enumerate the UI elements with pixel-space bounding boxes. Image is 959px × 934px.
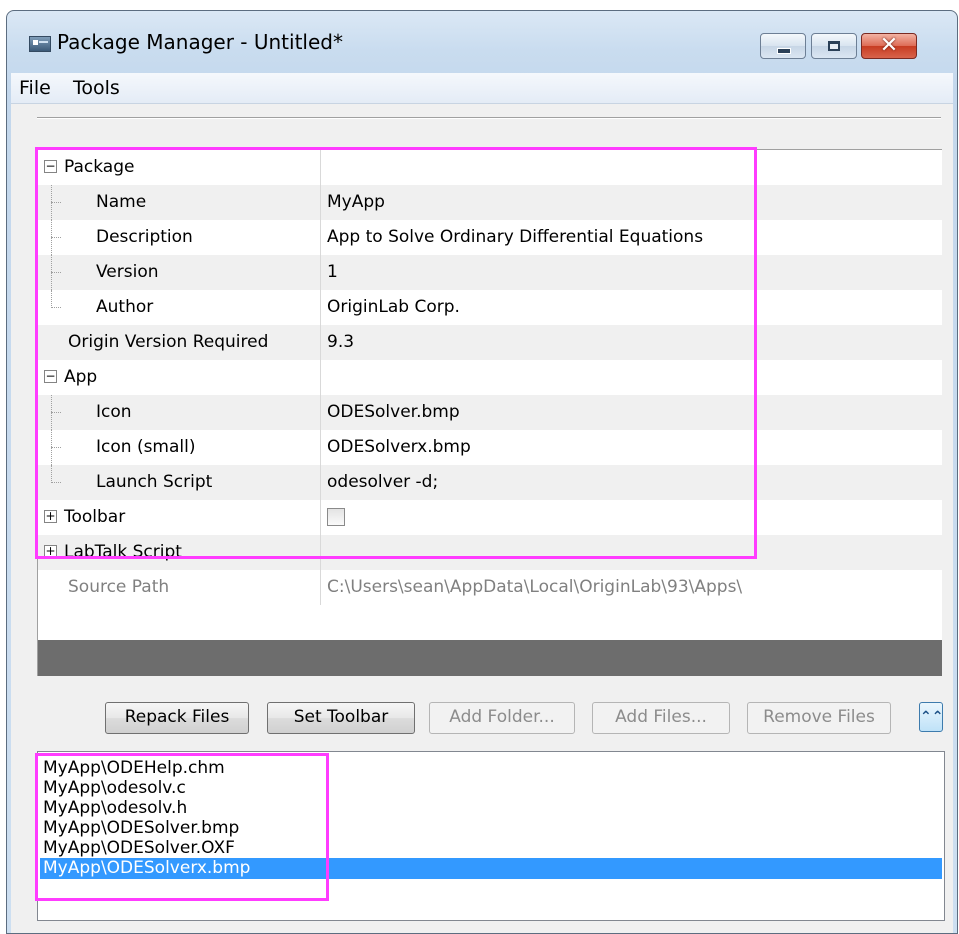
property-value: C:\Users\sean\AppData\Local\OriginLab\93… [327, 577, 743, 597]
list-item[interactable]: MyApp\odesolv.c [40, 778, 942, 799]
category-label: Toolbar [64, 507, 126, 527]
set-toolbar-button[interactable]: Set Toolbar [267, 702, 415, 734]
property-value-empty [321, 360, 942, 395]
add-files-button[interactable]: Add Files... [592, 702, 730, 734]
property-label: Name [96, 192, 147, 212]
button-bar: Repack Files Set Toolbar Add Folder... A… [11, 702, 953, 738]
collapse-icon[interactable]: − [44, 370, 57, 383]
list-item[interactable]: MyApp\ODESolver.bmp [40, 818, 942, 839]
list-item[interactable]: MyApp\odesolv.h [40, 798, 942, 819]
property-row-version[interactable]: Version 1 [38, 255, 942, 290]
property-row-icon-small[interactable]: Icon (small) ODESolverx.bmp [38, 430, 942, 465]
property-row-launch-script[interactable]: Launch Script odesolver -d; [38, 465, 942, 500]
property-value[interactable]: App to Solve Ordinary Differential Equat… [327, 227, 703, 247]
menu-tools[interactable]: Tools [69, 77, 124, 99]
property-label: Icon (small) [96, 437, 196, 457]
file-list[interactable]: MyApp\ODEHelp.chm MyApp\odesolv.c MyApp\… [37, 751, 945, 921]
list-item[interactable]: MyApp\ODEHelp.chm [40, 758, 942, 779]
collapse-icon[interactable]: − [44, 160, 57, 173]
property-category-app[interactable]: − App [38, 360, 942, 395]
repack-files-button[interactable]: Repack Files [105, 702, 249, 734]
property-label: Icon [96, 402, 132, 422]
collapse-panel-button[interactable]: ⌃⌃ [919, 702, 943, 732]
property-value-empty [321, 150, 942, 185]
property-label: Launch Script [96, 472, 213, 492]
property-row-icon[interactable]: Icon ODESolver.bmp [38, 395, 942, 430]
toolbar-checkbox[interactable] [327, 508, 345, 526]
property-row-author[interactable]: Author OriginLab Corp. [38, 290, 942, 325]
property-row-blank [38, 605, 942, 640]
property-label: Author [96, 297, 154, 317]
menu-file[interactable]: File [15, 77, 55, 99]
title-bar[interactable]: Package Manager - Untitled* ✕ [7, 11, 957, 71]
property-row-name[interactable]: Name MyApp [38, 185, 942, 220]
client-area: File Tools − Package Name MyApp Descript… [11, 73, 953, 933]
property-value[interactable]: odesolver -d; [327, 472, 438, 492]
property-label: Source Path [68, 577, 170, 597]
list-item-selected[interactable]: MyApp\ODESolverx.bmp [40, 858, 942, 879]
add-folder-button[interactable]: Add Folder... [429, 702, 575, 734]
property-label: Version [96, 262, 159, 282]
property-value[interactable]: MyApp [327, 192, 385, 212]
property-value[interactable]: ODESolver.bmp [327, 402, 460, 422]
window-title: Package Manager - Untitled* [57, 30, 343, 54]
property-row-description[interactable]: Description App to Solve Ordinary Differ… [38, 220, 942, 255]
property-row-source-path[interactable]: Source Path C:\Users\sean\AppData\Local\… [38, 570, 942, 605]
close-button[interactable]: ✕ [861, 33, 917, 59]
double-chevron-up-icon: ⌃⌃ [920, 709, 944, 725]
property-category-toolbar[interactable]: + Toolbar [38, 500, 942, 535]
property-row-origin-version[interactable]: Origin Version Required 9.3 [38, 325, 942, 360]
maximize-button[interactable] [811, 33, 857, 59]
separator [37, 117, 941, 119]
package-manager-window: Package Manager - Untitled* ✕ File Tools… [6, 10, 958, 934]
property-value[interactable]: 9.3 [327, 332, 354, 352]
list-item[interactable]: MyApp\ODESolver.OXF [40, 838, 942, 859]
property-label: Origin Version Required [68, 332, 269, 352]
category-label: Package [64, 157, 135, 177]
category-label: App [64, 367, 98, 387]
property-value[interactable]: OriginLab Corp. [327, 297, 460, 317]
remove-files-button[interactable]: Remove Files [747, 702, 891, 734]
close-icon: ✕ [879, 33, 899, 58]
minimize-button[interactable] [760, 33, 806, 59]
app-window-icon[interactable] [29, 36, 51, 52]
property-category-labtalk[interactable]: + LabTalk Script [38, 535, 942, 570]
property-label: Description [96, 227, 193, 247]
property-category-package[interactable]: − Package [38, 150, 942, 185]
expand-icon[interactable]: + [44, 545, 57, 558]
menu-bar: File Tools [11, 73, 953, 104]
property-grid-footer [38, 640, 942, 676]
expand-icon[interactable]: + [44, 510, 57, 523]
category-label: LabTalk Script [64, 542, 182, 562]
maximize-icon [828, 41, 840, 51]
property-grid[interactable]: − Package Name MyApp Description App to … [37, 149, 942, 676]
minimize-icon [777, 48, 791, 54]
property-value-empty [321, 535, 942, 570]
property-value[interactable]: ODESolverx.bmp [327, 437, 471, 457]
property-value[interactable]: 1 [327, 262, 338, 282]
